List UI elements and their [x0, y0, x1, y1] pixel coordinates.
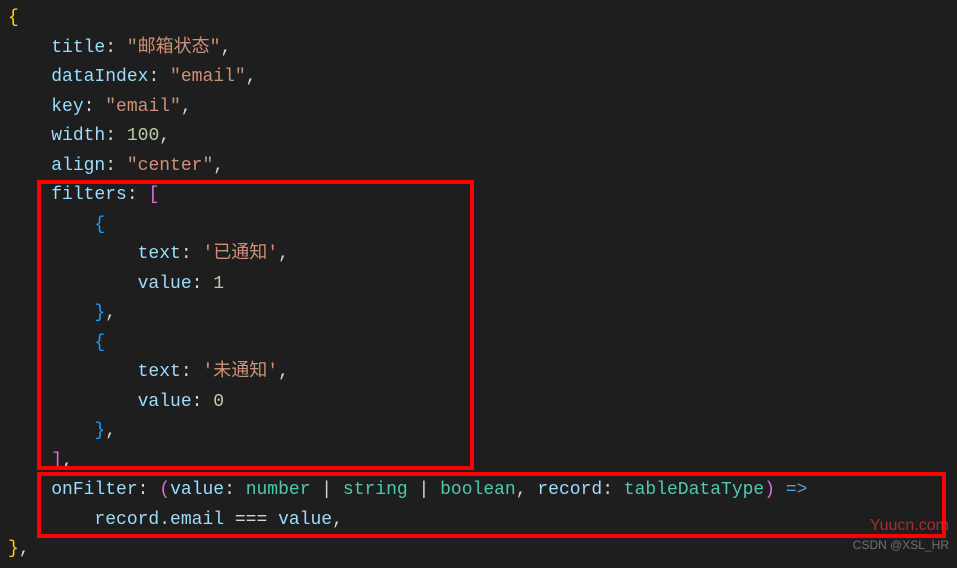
number-value: 1 [213, 274, 224, 294]
code-line[interactable]: text: '已通知', [8, 240, 957, 270]
type-annotation: string [343, 480, 408, 500]
code-line[interactable]: value: 0 [8, 388, 957, 418]
type-annotation: tableDataType [624, 480, 764, 500]
code-editor[interactable]: { title: "邮箱状态", dataIndex: "email", key… [0, 0, 957, 565]
prop-width: width [51, 126, 105, 146]
prop-key: key [51, 97, 83, 117]
string-value: "email" [170, 67, 246, 87]
string-value: '未通知' [202, 362, 278, 382]
string-value: "邮箱状态" [127, 38, 221, 58]
identifier: record [94, 510, 159, 530]
type-annotation: boolean [440, 480, 516, 500]
code-line[interactable]: width: 100, [8, 122, 957, 152]
prop-dataindex: dataIndex [51, 67, 148, 87]
code-line[interactable]: { [8, 211, 957, 241]
code-line[interactable]: onFilter: (value: number | string | bool… [8, 476, 957, 506]
bracket-open: [ [148, 185, 159, 205]
brace-open: { [94, 215, 105, 235]
code-line[interactable]: filters: [ [8, 181, 957, 211]
code-line[interactable]: text: '未通知', [8, 358, 957, 388]
prop-onfilter: onFilter [51, 480, 137, 500]
string-value: '已通知' [202, 244, 278, 264]
watermark: CSDN @XSL_HR [853, 531, 949, 561]
code-line[interactable]: }, [8, 535, 957, 565]
prop-text: text [138, 362, 181, 382]
string-value: "center" [127, 156, 213, 176]
prop-title: title [51, 38, 105, 58]
bracket-close: ] [51, 451, 62, 471]
code-line[interactable]: record.email === value, [8, 506, 957, 536]
brace-open: { [8, 8, 19, 28]
paren-close: ) [764, 480, 775, 500]
code-line[interactable]: }, [8, 299, 957, 329]
paren-open: ( [159, 480, 170, 500]
code-line[interactable]: { [8, 329, 957, 359]
brace-close: } [94, 421, 105, 441]
identifier: value [278, 510, 332, 530]
code-line[interactable]: value: 1 [8, 270, 957, 300]
code-line[interactable]: dataIndex: "email", [8, 63, 957, 93]
brace-open: { [94, 333, 105, 353]
code-line[interactable]: { [8, 4, 957, 34]
prop-value: value [138, 274, 192, 294]
arrow: => [786, 480, 808, 500]
number-value: 0 [213, 392, 224, 412]
param-name: record [537, 480, 602, 500]
prop-align: align [51, 156, 105, 176]
code-line[interactable]: key: "email", [8, 93, 957, 123]
code-line[interactable]: align: "center", [8, 152, 957, 182]
brace-close: } [94, 303, 105, 323]
type-annotation: number [246, 480, 311, 500]
code-line[interactable]: title: "邮箱状态", [8, 34, 957, 64]
brace-close: } [8, 539, 19, 559]
prop-text: text [138, 244, 181, 264]
prop-value: value [138, 392, 192, 412]
string-value: "email" [105, 97, 181, 117]
code-line[interactable]: }, [8, 417, 957, 447]
code-line[interactable]: ], [8, 447, 957, 477]
param-name: value [170, 480, 224, 500]
prop-filters: filters [51, 185, 127, 205]
number-value: 100 [127, 126, 159, 146]
